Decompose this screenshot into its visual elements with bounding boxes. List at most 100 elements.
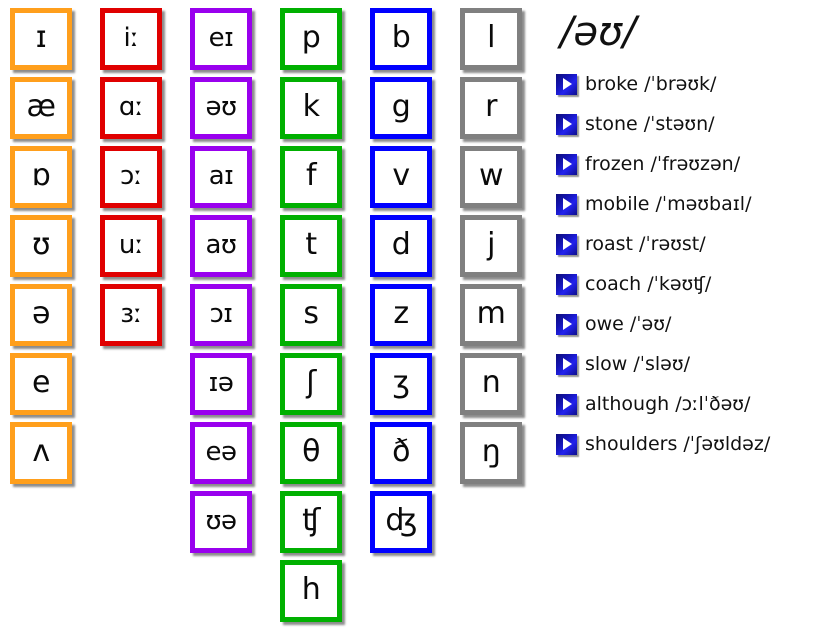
phoneme-tile[interactable]: v <box>370 146 432 208</box>
phoneme-tile[interactable]: t <box>280 215 342 277</box>
phoneme-tile[interactable]: uː <box>100 215 162 277</box>
word-list-item[interactable]: stone /ˈstəʊn/ <box>556 104 840 144</box>
play-icon[interactable] <box>556 313 577 335</box>
phoneme-symbol: iː <box>123 23 139 53</box>
phoneme-tile[interactable]: d <box>370 215 432 277</box>
phoneme-column-diphthongs: eɪ əʊ aɪ aʊ ɔɪ ɪə eə ʊə <box>190 8 252 553</box>
play-icon[interactable] <box>556 353 577 375</box>
word-list-item[interactable]: coach /ˈkəʊʧ/ <box>556 264 840 304</box>
phoneme-symbol: ʊə <box>205 506 237 536</box>
phoneme-grid: ɪ æ ɒ ʊ ə e ʌ iː ɑː ɔː uː ɜː eɪ əʊ aɪ aʊ ɔɪ ɪə eə ʊə p k f t s ʃ θ… <box>10 8 550 628</box>
phoneme-tile[interactable]: k <box>280 77 342 139</box>
phoneme-tile[interactable]: z <box>370 284 432 346</box>
phoneme-tile[interactable]: iː <box>100 8 162 70</box>
phoneme-tile[interactable]: ɑː <box>100 77 162 139</box>
word-panel: /əʊ/ broke /ˈbrəʊk/stone /ˈstəʊn/frozen … <box>556 6 840 464</box>
word-label: coach /ˈkəʊʧ/ <box>585 272 712 295</box>
phoneme-tile[interactable]: g <box>370 77 432 139</box>
word-list-item[interactable]: slow /ˈsləʊ/ <box>556 344 840 384</box>
phoneme-symbol: ʒ <box>392 365 410 400</box>
phoneme-tile[interactable]: ɒ <box>10 146 72 208</box>
phoneme-tile[interactable]: eə <box>190 422 252 484</box>
phoneme-tile[interactable]: ʌ <box>10 422 72 484</box>
phoneme-symbol: ʌ <box>32 434 50 469</box>
phoneme-tile[interactable]: æ <box>10 77 72 139</box>
phoneme-symbol: ɪə <box>208 368 234 398</box>
phoneme-symbol: ɜː <box>120 299 142 329</box>
phoneme-symbol: v <box>392 158 410 193</box>
phoneme-symbol: ɒ <box>31 158 51 193</box>
phoneme-tile[interactable]: e <box>10 353 72 415</box>
phoneme-symbol: w <box>478 158 504 193</box>
phoneme-symbol: ɔː <box>119 161 143 191</box>
phoneme-tile[interactable]: ʧ <box>280 491 342 553</box>
play-icon[interactable] <box>556 73 577 95</box>
word-label: frozen /ˈfrəʊzən/ <box>585 152 741 175</box>
play-icon[interactable] <box>556 273 577 295</box>
word-list-item[interactable]: mobile /ˈməʊbaɪl/ <box>556 184 840 224</box>
phoneme-tile[interactable]: ə <box>10 284 72 346</box>
phoneme-tile[interactable]: aɪ <box>190 146 252 208</box>
phoneme-tile[interactable]: eɪ <box>190 8 252 70</box>
phoneme-tile[interactable]: s <box>280 284 342 346</box>
word-list-item[interactable]: frozen /ˈfrəʊzən/ <box>556 144 840 184</box>
play-icon[interactable] <box>556 433 577 455</box>
phoneme-tile[interactable]: l <box>460 8 522 70</box>
word-label: roast /ˈrəʊst/ <box>585 232 706 255</box>
phoneme-tile[interactable]: θ <box>280 422 342 484</box>
word-label: slow /ˈsləʊ/ <box>585 352 691 375</box>
word-label: owe /ˈəʊ/ <box>585 312 672 335</box>
play-icon[interactable] <box>556 393 577 415</box>
phoneme-tile[interactable]: ɔː <box>100 146 162 208</box>
phoneme-symbol: j <box>487 227 495 262</box>
phoneme-symbol: ɑː <box>118 92 144 122</box>
phoneme-tile[interactable]: w <box>460 146 522 208</box>
phoneme-tile[interactable]: f <box>280 146 342 208</box>
play-icon[interactable] <box>556 153 577 175</box>
word-list-item[interactable]: shoulders /ˈʃəʊldəz/ <box>556 424 840 464</box>
phoneme-tile[interactable]: h <box>280 560 342 622</box>
phoneme-symbol: k <box>302 89 320 124</box>
word-list-item[interactable]: owe /ˈəʊ/ <box>556 304 840 344</box>
phoneme-symbol: r <box>485 89 497 124</box>
phoneme-tile[interactable]: ɔɪ <box>190 284 252 346</box>
phoneme-symbol: f <box>305 158 317 193</box>
phoneme-tile[interactable]: ɪ <box>10 8 72 70</box>
phoneme-symbol: uː <box>118 230 144 260</box>
word-list-item[interactable]: broke /ˈbrəʊk/ <box>556 64 840 104</box>
phoneme-tile[interactable]: ɪə <box>190 353 252 415</box>
phoneme-tile[interactable]: b <box>370 8 432 70</box>
phoneme-symbol: s <box>303 296 319 331</box>
phoneme-tile[interactable]: ɜː <box>100 284 162 346</box>
phoneme-tile[interactable]: m <box>460 284 522 346</box>
phoneme-symbol: æ <box>26 89 56 124</box>
phoneme-tile[interactable]: j <box>460 215 522 277</box>
phoneme-tile[interactable]: ð <box>370 422 432 484</box>
phoneme-tile[interactable]: r <box>460 77 522 139</box>
phoneme-column-other-consonants: lrwjmnŋ <box>460 8 522 484</box>
play-icon[interactable] <box>556 193 577 215</box>
phoneme-tile[interactable]: ŋ <box>460 422 522 484</box>
phoneme-symbol: n <box>481 365 501 400</box>
phoneme-symbol: ʊ <box>31 227 51 262</box>
phoneme-symbol: aʊ <box>205 230 238 260</box>
phoneme-tile[interactable]: ʊə <box>190 491 252 553</box>
word-list-item[interactable]: although /ɔːlˈðəʊ/ <box>556 384 840 424</box>
phoneme-tile[interactable]: ʒ <box>370 353 432 415</box>
phoneme-tile[interactable]: p <box>280 8 342 70</box>
phoneme-tile[interactable]: ʤ <box>370 491 432 553</box>
phoneme-symbol: ð <box>392 434 410 469</box>
phoneme-tile[interactable]: ʃ <box>280 353 342 415</box>
phoneme-tile[interactable]: əʊ <box>190 77 252 139</box>
word-list-item[interactable]: roast /ˈrəʊst/ <box>556 224 840 264</box>
play-icon[interactable] <box>556 233 577 255</box>
phoneme-tile[interactable]: n <box>460 353 522 415</box>
phoneme-column-voiceless-consonants: pkftsʃθʧh <box>280 8 342 622</box>
phoneme-tile[interactable]: ʊ <box>10 215 72 277</box>
word-label: although /ɔːlˈðəʊ/ <box>585 392 751 415</box>
phoneme-symbol: eə <box>205 437 238 467</box>
phoneme-tile[interactable]: aʊ <box>190 215 252 277</box>
play-icon[interactable] <box>556 113 577 135</box>
phoneme-symbol: ʤ <box>385 503 417 538</box>
phoneme-symbol: m <box>476 296 506 331</box>
